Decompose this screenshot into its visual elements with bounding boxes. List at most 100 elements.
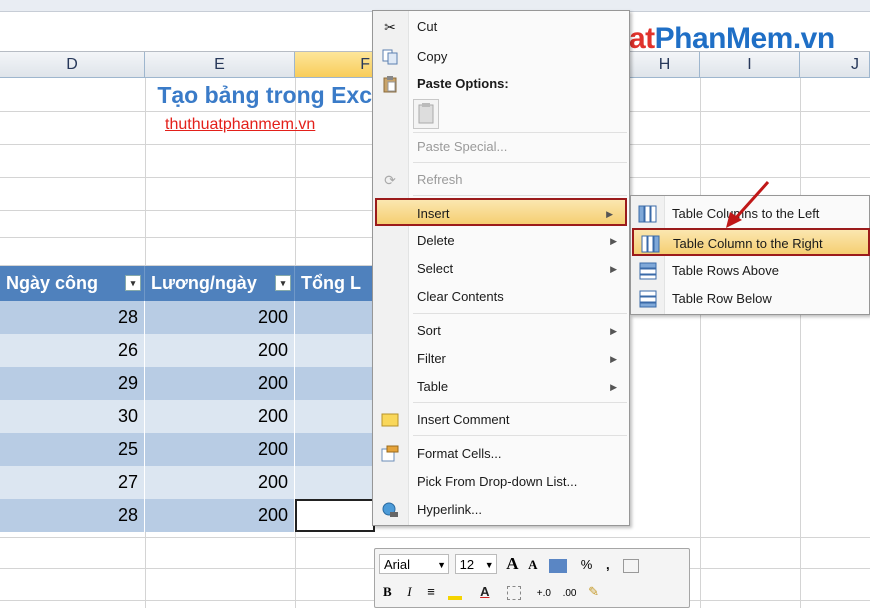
- menu-item-cut[interactable]: ✂ Cut: [373, 13, 629, 41]
- menu-label: Copy: [417, 49, 448, 64]
- cell-ngay-cong[interactable]: 29: [0, 367, 145, 400]
- table-row[interactable]: 29 200: [0, 367, 375, 400]
- table-row[interactable]: 30 200: [0, 400, 375, 433]
- comma-style-icon[interactable]: ,: [606, 557, 610, 572]
- submenu-arrow-icon: ▶: [610, 382, 617, 392]
- center-align-icon[interactable]: ≡: [427, 584, 435, 599]
- cell-ngay-cong[interactable]: 25: [0, 433, 145, 466]
- menu-heading-paste-options: Paste Options:: [373, 70, 629, 98]
- gridline: [700, 78, 701, 608]
- cell-luong[interactable]: 200: [145, 367, 295, 400]
- table-row[interactable]: 27 200: [0, 466, 375, 499]
- watermark-part: PhanMem: [654, 22, 794, 55]
- shrink-font-icon[interactable]: A: [528, 557, 537, 572]
- cell-tong[interactable]: [295, 433, 375, 466]
- cell-luong[interactable]: 200: [145, 433, 295, 466]
- column-header-e[interactable]: E: [145, 52, 295, 78]
- submenu-item-column-right[interactable]: Table Column to the Right: [632, 228, 870, 256]
- insert-column-left-icon: [637, 204, 659, 224]
- submenu-arrow-icon: ▶: [606, 209, 613, 219]
- font-size-box[interactable]: 12 ▼: [454, 554, 497, 574]
- cell-tong[interactable]: [295, 466, 375, 499]
- submenu-item-rows-above[interactable]: Table Rows Above: [631, 257, 869, 285]
- table-header-ngay-cong[interactable]: Ngày công ▾: [0, 266, 145, 301]
- menu-label: Paste Special...: [417, 139, 508, 154]
- filter-dropdown-icon[interactable]: ▾: [125, 275, 141, 291]
- paste-icon: [381, 75, 399, 93]
- cell-tong[interactable]: [295, 367, 375, 400]
- menu-item-copy[interactable]: Copy: [373, 43, 629, 71]
- accounting-format-icon[interactable]: [549, 558, 568, 573]
- menu-item-delete[interactable]: Delete ▶: [373, 227, 629, 255]
- submenu-arrow-icon: ▶: [610, 236, 617, 246]
- font-name-box[interactable]: Arial ▼: [379, 554, 449, 574]
- menu-item-refresh[interactable]: ⟳ Refresh: [373, 166, 629, 194]
- cell-ngay-cong[interactable]: 30: [0, 400, 145, 433]
- cell-ngay-cong[interactable]: 28: [0, 499, 145, 532]
- menu-item-filter[interactable]: Filter ▶: [373, 345, 629, 373]
- menu-item-select[interactable]: Select ▶: [373, 255, 629, 283]
- cell-luong[interactable]: 200: [145, 466, 295, 499]
- menu-separator: [413, 195, 627, 196]
- cell-ngay-cong[interactable]: 28: [0, 301, 145, 334]
- scissors-icon: ✂: [384, 19, 396, 35]
- menu-item-format-cells[interactable]: Format Cells...: [373, 440, 629, 468]
- cell-ngay-cong[interactable]: 27: [0, 466, 145, 499]
- menu-label: Sort: [417, 323, 441, 338]
- header-label: Tổng L: [301, 273, 361, 293]
- merge-center-icon[interactable]: [623, 558, 640, 573]
- submenu-arrow-icon: ▶: [610, 326, 617, 336]
- insert-column-right-icon: [640, 234, 662, 254]
- table-row[interactable]: 28 200: [0, 301, 375, 334]
- borders-icon[interactable]: [507, 585, 522, 600]
- menu-item-clear-contents[interactable]: Clear Contents: [373, 283, 629, 311]
- menu-label: Insert Comment: [417, 412, 510, 427]
- menu-item-pick-from-list[interactable]: Pick From Drop-down List...: [373, 468, 629, 496]
- active-cell[interactable]: [295, 499, 375, 532]
- cell-ngay-cong[interactable]: 26: [0, 334, 145, 367]
- mini-toolbar-row-2: B I ≡ A +.0 .00 ✎: [379, 579, 687, 605]
- chevron-down-icon: ▼: [484, 560, 494, 570]
- table-row[interactable]: 28 200: [0, 499, 375, 532]
- bold-icon[interactable]: B: [383, 584, 392, 599]
- format-painter-icon[interactable]: ✎: [588, 584, 599, 599]
- cell-luong[interactable]: 200: [145, 301, 295, 334]
- menu-label: Format Cells...: [417, 446, 502, 461]
- fill-color-icon[interactable]: [448, 586, 463, 600]
- submenu-arrow-icon: ▶: [610, 264, 617, 274]
- context-menu: ✂ Cut Copy Paste Options: Paste Special.…: [372, 10, 630, 526]
- grow-font-icon[interactable]: A: [506, 554, 518, 573]
- menu-item-hyperlink[interactable]: Hyperlink...: [373, 496, 629, 524]
- menu-label: Filter: [417, 351, 446, 366]
- menu-item-paste-special[interactable]: Paste Special...: [373, 133, 629, 161]
- table-row[interactable]: 25 200: [0, 433, 375, 466]
- cell-tong[interactable]: [295, 400, 375, 433]
- menu-item-insert-comment[interactable]: Insert Comment: [373, 406, 629, 434]
- percent-style-icon[interactable]: %: [581, 557, 593, 572]
- insert-row-below-icon: [637, 289, 659, 309]
- table-row[interactable]: 26 200: [0, 334, 375, 367]
- filter-dropdown-icon[interactable]: ▾: [275, 275, 291, 291]
- font-color-icon[interactable]: A: [480, 584, 489, 599]
- menu-item-table[interactable]: Table ▶: [373, 373, 629, 401]
- menu-item-insert[interactable]: Insert ▶: [375, 198, 627, 226]
- column-header-d[interactable]: D: [0, 52, 145, 78]
- website-link[interactable]: thuthuatphanmem.vn: [165, 116, 315, 134]
- paste-option-button[interactable]: [413, 99, 439, 129]
- cell-tong[interactable]: [295, 301, 375, 334]
- cell-luong[interactable]: 200: [145, 334, 295, 367]
- menu-label: Hyperlink...: [417, 502, 483, 517]
- column-header-f[interactable]: F: [295, 52, 375, 78]
- header-label: Lương/ngày: [151, 273, 257, 293]
- increase-decimal-icon[interactable]: +.0: [537, 588, 551, 599]
- menu-label: Select: [417, 261, 454, 276]
- submenu-item-row-below[interactable]: Table Row Below: [631, 285, 869, 313]
- cell-luong[interactable]: 200: [145, 400, 295, 433]
- table-header-luong[interactable]: Lương/ngày ▾: [145, 266, 295, 301]
- cell-luong[interactable]: 200: [145, 499, 295, 532]
- italic-icon[interactable]: I: [407, 584, 411, 599]
- menu-item-sort[interactable]: Sort ▶: [373, 317, 629, 345]
- table-header-tong-luong[interactable]: Tổng L: [295, 266, 375, 301]
- decrease-decimal-icon[interactable]: .00: [563, 588, 577, 599]
- cell-tong[interactable]: [295, 334, 375, 367]
